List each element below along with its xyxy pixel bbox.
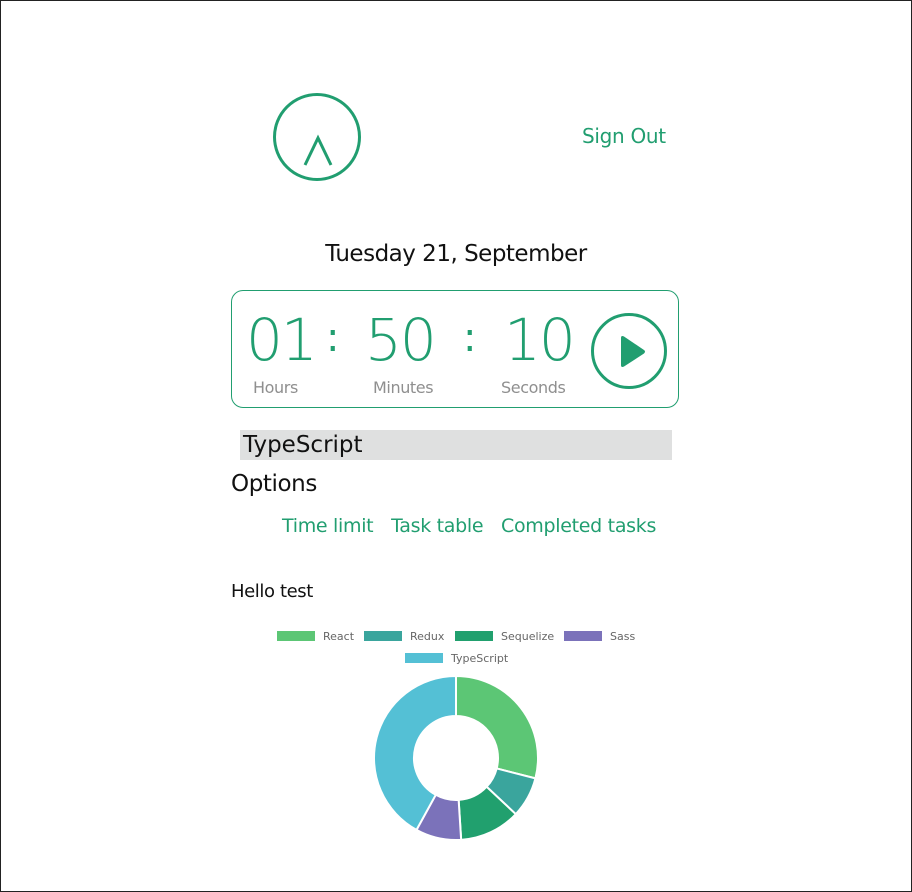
legend-item-react[interactable]: React (277, 630, 354, 644)
options-links: Time limit Task table Completed tasks (282, 515, 668, 537)
completed-tasks-link[interactable]: Completed tasks (501, 515, 656, 537)
app-logo[interactable] (273, 93, 361, 181)
timer-separator: : (463, 315, 477, 361)
timer-hours-label: Hours (253, 378, 298, 397)
legend-swatch (564, 631, 602, 641)
timer-seconds: 10 (504, 306, 576, 374)
timer-minutes-label: Minutes (373, 378, 434, 397)
legend-swatch (455, 631, 493, 641)
task-select[interactable]: TypeScript (240, 430, 672, 460)
chevron-up-icon (303, 134, 333, 166)
legend-swatch (405, 653, 443, 663)
greeting-text: Hello test (231, 581, 313, 602)
legend-item-typescript[interactable]: TypeScript (405, 652, 508, 666)
timer-minutes: 50 (365, 306, 437, 374)
task-table-link[interactable]: Task table (391, 515, 483, 537)
donut-chart (373, 674, 539, 841)
legend-item-redux[interactable]: Redux (364, 630, 444, 644)
legend-label: React (323, 630, 355, 643)
sign-out-link[interactable]: Sign Out (582, 124, 666, 148)
donut-slice-react[interactable] (455, 674, 539, 780)
timer-separator: : (326, 315, 340, 361)
legend-swatch (277, 631, 315, 641)
legend-swatch (364, 631, 402, 641)
play-icon (621, 336, 645, 367)
legend-label: Sequelize (501, 630, 555, 643)
timer-hours: 01 (246, 306, 318, 374)
legend-label: TypeScript (451, 652, 509, 665)
legend-label: Sass (610, 630, 636, 643)
legend-item-sequelize[interactable]: Sequelize (455, 630, 554, 644)
options-title: Options (231, 471, 317, 497)
time-limit-link[interactable]: Time limit (282, 515, 374, 537)
date-label: Tuesday 21, September (325, 241, 587, 267)
timer-card: 01 : 50 : 10 Hours Minutes Seconds (231, 290, 679, 408)
timer-seconds-label: Seconds (501, 378, 566, 397)
legend-item-sass[interactable]: Sass (564, 630, 635, 644)
legend-label: Redux (410, 630, 445, 643)
play-button[interactable] (591, 313, 667, 389)
